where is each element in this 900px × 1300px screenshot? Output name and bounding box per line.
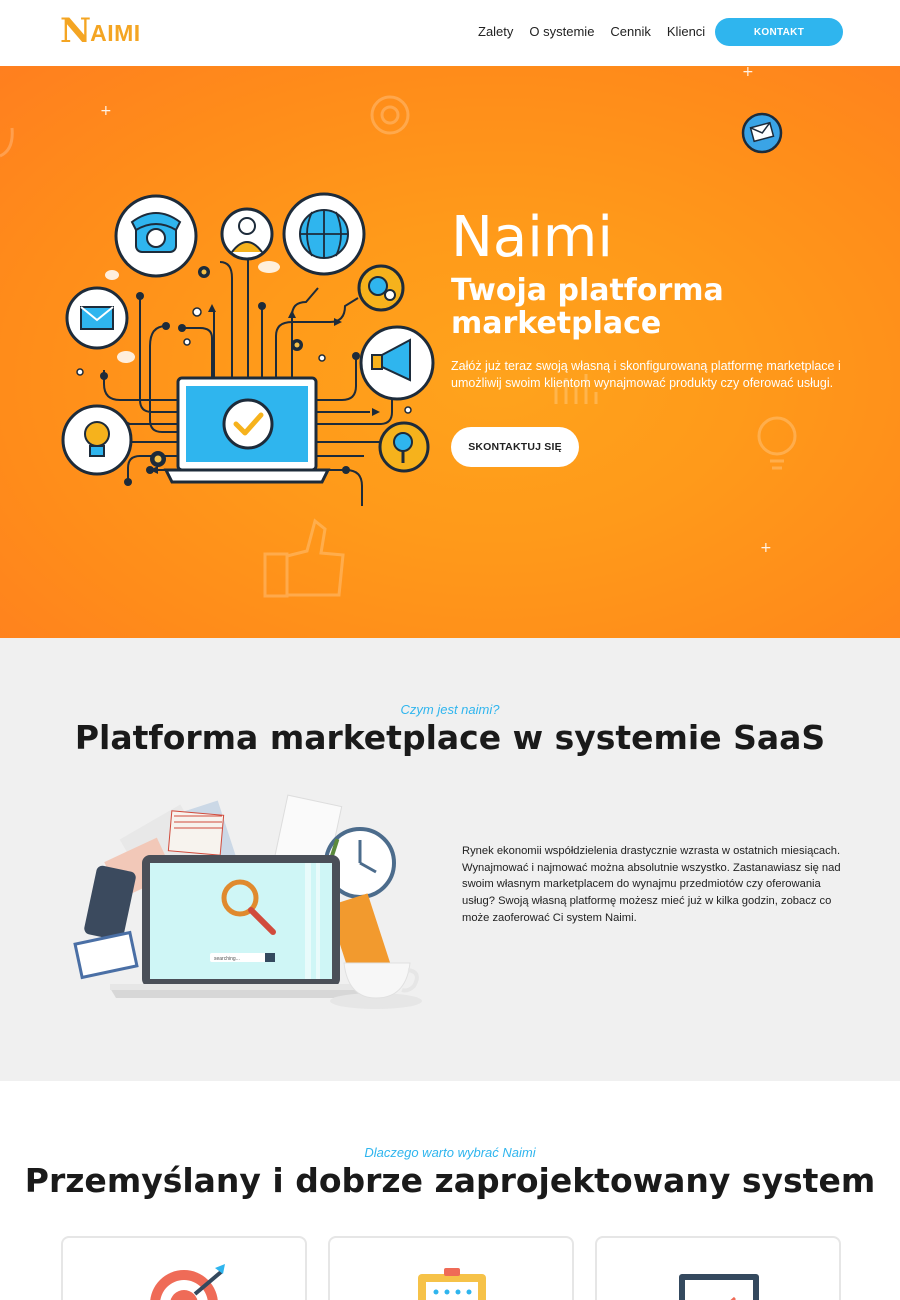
site-header: N AIMI Zalety O systemie Cennik Klienci K… — [0, 0, 900, 66]
about-title: Platforma marketplace w systemie SaaS — [74, 718, 826, 757]
feature-card — [61, 1236, 307, 1300]
hero-title: Naimi — [451, 205, 613, 270]
contact-us-button[interactable]: SKONTAKTUJ SIĘ — [451, 427, 579, 467]
about-kicker: Czym jest naimi? — [400, 702, 500, 717]
mail-badge-icon — [741, 112, 783, 154]
svg-text:+: + — [742, 66, 754, 80]
feature-card — [328, 1236, 574, 1300]
search-placeholder: searching... — [214, 956, 240, 962]
about-text: Rynek ekonomii współdzielenia drastyczni… — [462, 845, 841, 924]
main-nav: Zalety O systemie Cennik Klienci — [478, 23, 721, 41]
telephone-icon — [114, 194, 198, 278]
megaphone-icon — [359, 325, 435, 401]
naimi-logo[interactable]: N AIMI — [60, 14, 141, 48]
target-icon — [150, 1264, 225, 1300]
laptop-search-graphic: searching... — [110, 855, 370, 998]
calendar-icon — [418, 1268, 486, 1300]
about-section: Czym jest naimi? Platforma marketplace w… — [0, 638, 900, 1081]
globe-icon — [282, 192, 366, 276]
feature-card — [595, 1236, 841, 1300]
why-section: Dlaczego warto wybrać Naimi Przemyślany … — [0, 1081, 900, 1300]
envelope-icon — [65, 286, 129, 350]
svg-text:+: + — [760, 540, 772, 556]
why-title: Przemyślany i dobrze zaprojektowany syst… — [24, 1161, 876, 1200]
svg-text:+: + — [100, 103, 112, 119]
magnifier-icon — [378, 421, 430, 473]
hero-illustration: + + + — [0, 66, 797, 598]
nav-item-cennik[interactable]: Cennik — [610, 23, 650, 41]
workspace-illustration: searching... — [73, 794, 422, 1009]
settings-gear-icon — [357, 264, 405, 312]
analytics-chart-icon — [679, 1274, 759, 1300]
hero-description: Załóż już teraz swoją własną i skonfigur… — [451, 359, 841, 390]
why-kicker: Dlaczego warto wybrać Naimi — [364, 1145, 536, 1160]
hero-subtitle: Twoja platforma marketplace — [451, 273, 724, 341]
user-icon — [220, 207, 274, 261]
hero-section: + + + Naimi Twoja platforma marketplace … — [0, 66, 900, 638]
nav-item-o-systemie[interactable]: O systemie — [529, 23, 594, 41]
lightbulb-icon — [61, 404, 133, 476]
nav-item-zalety[interactable]: Zalety — [478, 23, 513, 41]
laptop-icon — [163, 376, 331, 484]
nav-item-klienci[interactable]: Klienci — [667, 23, 705, 41]
contact-button[interactable]: KONTAKT — [715, 18, 843, 46]
